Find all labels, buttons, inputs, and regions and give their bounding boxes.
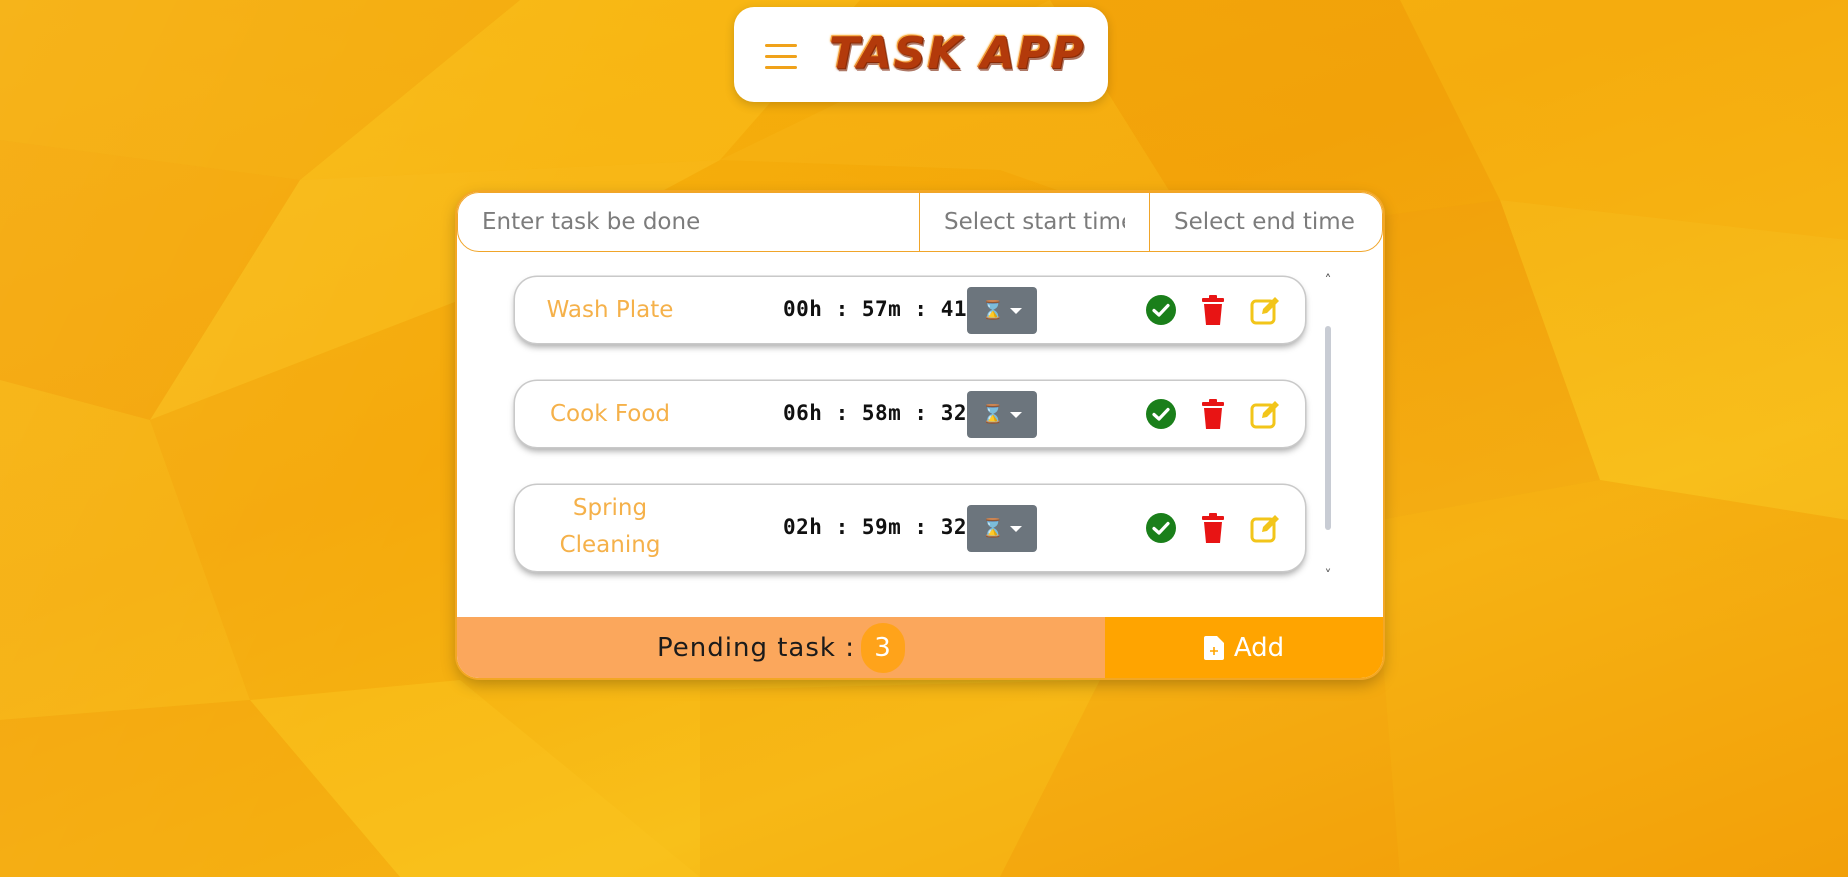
task-input-row	[457, 192, 1383, 252]
task-input[interactable]	[458, 193, 920, 251]
hourglass-dropdown-button[interactable]: ⌛	[967, 287, 1037, 334]
hourglass-icon: ⌛	[981, 404, 1005, 425]
hourglass-dropdown-button[interactable]: ⌛	[967, 505, 1037, 552]
app-logo-title: TASK APP	[828, 27, 1085, 78]
task-name: Cook Food	[550, 401, 670, 427]
task-name: Spring Cleaning	[559, 495, 661, 558]
trash-icon[interactable]	[1197, 294, 1229, 326]
add-button-label: Add	[1233, 632, 1285, 663]
edit-icon[interactable]	[1249, 398, 1281, 430]
task-card: Wash Plate 00h : 57m : 41s ⌛ Cook Food 0…	[457, 192, 1383, 678]
task-item: Spring Cleaning 02h : 59m : 32s ⌛	[515, 485, 1305, 571]
task-item: Cook Food 06h : 58m : 32s ⌛	[515, 381, 1305, 447]
check-circle-icon[interactable]	[1145, 294, 1177, 326]
hourglass-dropdown-button[interactable]: ⌛	[967, 391, 1037, 438]
file-plus-icon	[1203, 635, 1224, 660]
hamburger-menu-icon[interactable]	[765, 44, 797, 72]
pending-count-badge: 3	[860, 622, 905, 673]
check-circle-icon[interactable]	[1145, 512, 1177, 544]
caret-down-icon	[1010, 307, 1023, 314]
app-header: TASK APP	[734, 7, 1108, 102]
task-timer: 06h : 58m : 32s	[783, 401, 981, 425]
caret-down-icon	[1010, 411, 1023, 418]
edit-icon[interactable]	[1249, 512, 1281, 544]
check-circle-icon[interactable]	[1145, 398, 1177, 430]
task-name: Wash Plate	[546, 297, 674, 323]
end-time-input[interactable]	[1150, 193, 1382, 251]
task-timer: 02h : 59m : 32s	[783, 515, 981, 539]
trash-icon[interactable]	[1197, 512, 1229, 544]
task-timer: 00h : 57m : 41s	[783, 297, 981, 321]
hourglass-icon: ⌛	[981, 300, 1005, 321]
hourglass-icon: ⌛	[981, 518, 1005, 539]
start-time-input[interactable]	[920, 193, 1150, 251]
scroll-down-arrow-icon[interactable]: ˅	[1320, 568, 1336, 584]
trash-icon[interactable]	[1197, 398, 1229, 430]
add-task-button[interactable]: Add	[1105, 617, 1383, 678]
task-item: Wash Plate 00h : 57m : 41s ⌛	[515, 277, 1305, 343]
card-footer: Pending task : 3 Add	[457, 617, 1383, 678]
pending-task-counter: Pending task : 3	[457, 617, 1105, 678]
pending-task-label: Pending task :	[657, 632, 855, 663]
scrollbar-thumb[interactable]	[1325, 326, 1331, 530]
scroll-up-arrow-icon[interactable]: ˄	[1320, 273, 1336, 289]
caret-down-icon	[1010, 525, 1023, 532]
edit-icon[interactable]	[1249, 294, 1281, 326]
